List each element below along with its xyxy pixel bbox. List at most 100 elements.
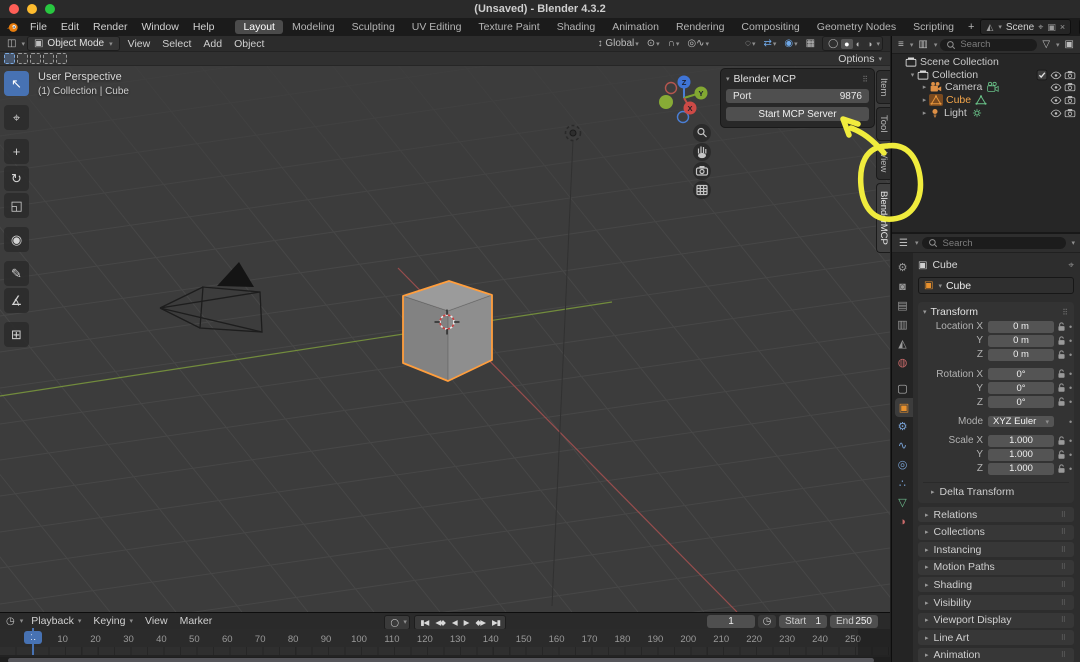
perspective-toggle-button[interactable] [693,181,711,199]
timeline-menu-playback[interactable]: Playback▾ [25,615,87,627]
disable-render-toggle[interactable] [1063,94,1077,106]
value-field[interactable]: 1.000 [988,463,1054,475]
select-new-button[interactable] [4,53,15,64]
frame-end-field[interactable]: End 250 [830,615,878,628]
value-field[interactable]: 1.000 [988,449,1054,461]
stopwatch-icon[interactable]: ◷ [758,615,776,628]
xray-toggle[interactable]: ▦ [803,38,818,49]
value-field[interactable]: 0° [988,396,1054,408]
workspace-tab-shading[interactable]: Shading [549,20,604,34]
hide-viewport-toggle[interactable] [1049,107,1063,119]
workspace-tab-texture-paint[interactable]: Texture Paint [470,20,547,34]
timeline-ruler[interactable]: 1102030405060708090100110120130140150160… [0,629,890,647]
section-animation[interactable]: ▸Animation⠿ [918,648,1074,662]
value-field[interactable]: 0 m [988,321,1054,333]
camera-view-button[interactable] [693,162,711,180]
menu-file[interactable]: File [23,18,54,36]
play-button[interactable]: ▶ [460,618,472,627]
filter-icon[interactable]: ▥ [916,39,929,50]
material-properties-tab[interactable]: ◑ [892,512,913,531]
workspace-tab-sculpting[interactable]: Sculpting [344,20,403,34]
animate-dot-icon[interactable]: • [1069,436,1072,446]
cursor-tool-button[interactable]: ⌖ [4,105,29,130]
add-workspace-button[interactable]: + [962,21,980,33]
lock-icon[interactable] [1054,397,1069,407]
viewport-menu-object[interactable]: Object [228,38,270,50]
workspace-tab-uv-editing[interactable]: UV Editing [404,20,470,34]
show-overlays-toggle[interactable]: ◉▾ [781,38,800,49]
next-keyframe-button[interactable]: ◆▶ [472,618,489,627]
funnel-filter-icon[interactable]: ▽ [1040,39,1052,50]
auto-keying-button[interactable]: ◯ [387,618,402,627]
physics-properties-tab[interactable]: ◎ [892,455,913,474]
rotate-tool-button[interactable]: ↻ [4,166,29,191]
options-dropdown[interactable]: Options▾ [838,53,886,65]
properties-search-input[interactable]: Search [922,237,1066,249]
current-frame-field[interactable]: 1 [707,615,755,628]
pan-button[interactable] [693,143,711,161]
hide-viewport-toggle[interactable] [1049,81,1063,93]
menu-help[interactable]: Help [186,18,222,36]
constraints-properties-tab[interactable]: ∿ [892,436,913,455]
jump-to-end-button[interactable]: ▶▮ [488,618,503,627]
proportional-editing-toggle[interactable]: ◎∿▾ [684,38,712,49]
value-field[interactable]: 0 m [988,335,1054,347]
value-field[interactable]: 0° [988,382,1054,394]
select-box-tool-button[interactable]: ↖ [4,71,29,96]
scene-properties-tab[interactable]: ◭ [892,334,913,353]
select-subtract-button[interactable] [30,53,41,64]
disable-render-toggle[interactable] [1063,69,1077,81]
outliner-search-input[interactable]: Search [940,39,1037,51]
chevron-down-icon[interactable]: ▾ [1071,239,1075,247]
animate-dot-icon[interactable]: • [1069,383,1072,393]
copy-icon[interactable]: ▣ [1047,22,1056,33]
viewport-menu-add[interactable]: Add [197,38,228,50]
value-field[interactable]: 0 m [988,349,1054,361]
lock-icon[interactable] [1054,464,1069,474]
value-field[interactable]: 1.000 [988,435,1054,447]
lock-icon[interactable] [1054,336,1069,346]
start-mcp-server-button[interactable]: Start MCP Server [726,107,869,121]
lock-icon[interactable] [1054,350,1069,360]
section-shading[interactable]: ▸Shading⠿ [918,577,1074,592]
lock-icon[interactable] [1054,436,1069,446]
transform-orientation-dropdown[interactable]: ↕ Global▾ [595,38,642,49]
display-mode-icon[interactable]: ≡ [896,39,906,50]
object-data-properties-tab[interactable]: ▽ [892,493,913,512]
outliner-row-camera[interactable]: ▸Camera [892,81,1080,94]
jump-to-start-button[interactable]: ▮◀ [417,618,432,627]
unlink-icon[interactable]: × [1060,22,1065,32]
output-properties-tab[interactable]: ▤ [892,296,913,315]
select-extend-button[interactable] [17,53,28,64]
prev-keyframe-button[interactable]: ◀◆ [432,618,449,627]
workspace-tab-layout[interactable]: Layout [235,20,283,34]
transform-tool-button[interactable]: ◉ [4,227,29,252]
view-layer-properties-tab[interactable]: ▥ [892,315,913,334]
lock-icon[interactable] [1054,383,1069,393]
workspace-tab-animation[interactable]: Animation [604,20,667,34]
transform-panel-header[interactable]: ▾ Transform ⠿ [923,305,1069,319]
rendered-shading-button[interactable]: ◑ [864,39,875,49]
drag-handle-icon[interactable]: ⠿ [862,75,869,84]
timeline-menu-keying[interactable]: Keying▾ [87,615,139,627]
disable-render-toggle[interactable] [1063,81,1077,93]
collapse-icon[interactable]: ▾ [726,75,730,83]
menu-render[interactable]: Render [86,18,134,36]
select-intersect-button[interactable] [56,53,67,64]
animate-dot-icon[interactable]: • [1069,464,1072,474]
minimize-window-button[interactable] [27,4,37,14]
close-window-button[interactable] [9,4,19,14]
world-properties-tab[interactable]: ◍ [892,353,913,372]
value-field[interactable]: 0° [988,368,1054,380]
maximize-window-button[interactable] [45,4,55,14]
object-properties-tab[interactable]: ▣ [895,398,913,417]
workspace-tab-rendering[interactable]: Rendering [668,20,732,34]
add-cube-tool-button[interactable]: ⊞ [4,322,29,347]
mode-dropdown[interactable]: ▣ Object Mode ▾ [27,36,120,51]
render-properties-tab[interactable]: ◙ [892,277,913,296]
axis-neg-y-ball[interactable] [659,95,673,109]
menu-edit[interactable]: Edit [54,18,86,36]
show-gizmos-toggle[interactable]: ⇄▾ [760,38,779,49]
breadcrumb-object[interactable]: Cube [932,259,957,271]
workspace-tab-geometry-nodes[interactable]: Geometry Nodes [809,20,904,34]
